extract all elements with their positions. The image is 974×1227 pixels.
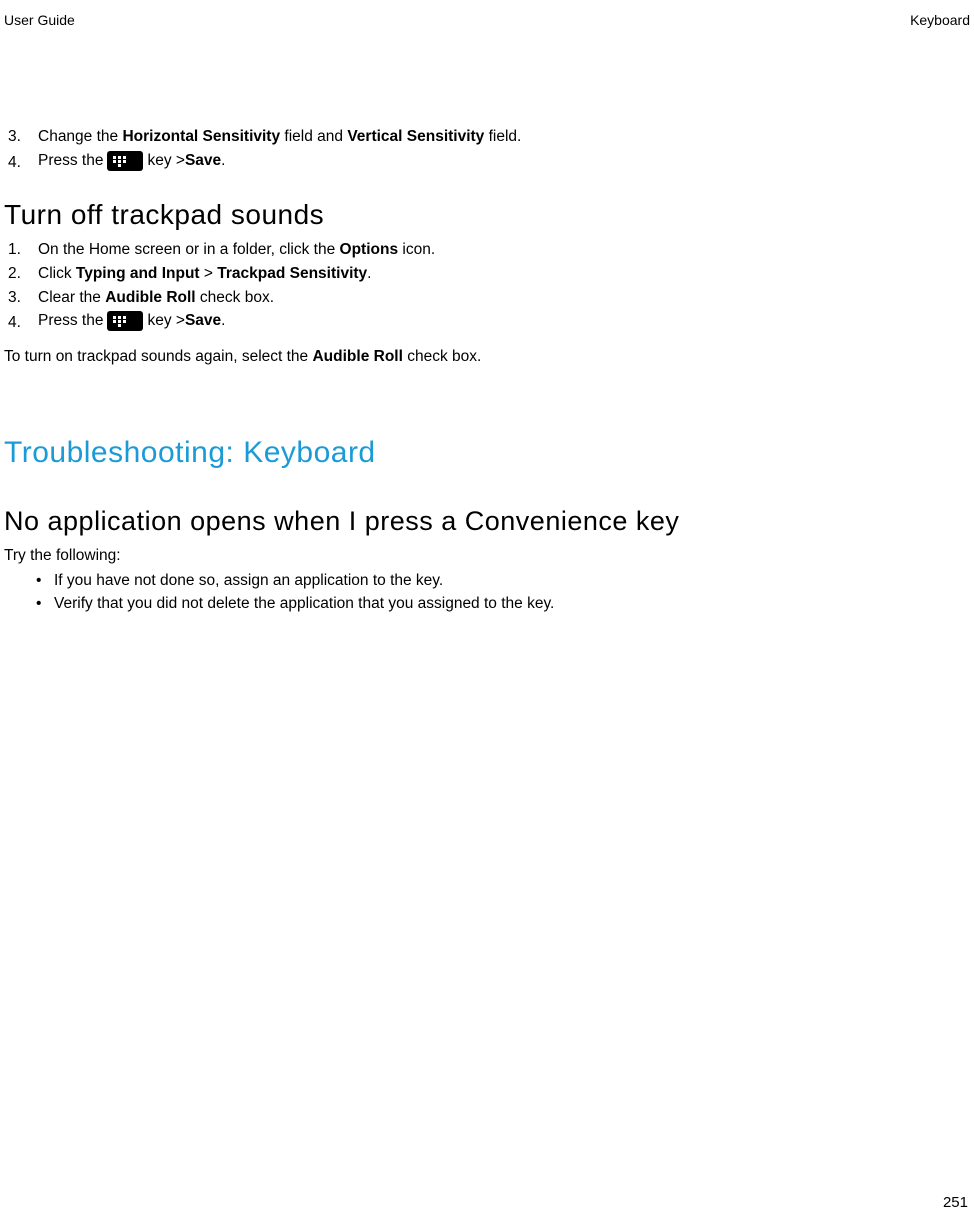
- page-content: 3. Change the Horizontal Sensitivity fie…: [0, 28, 974, 615]
- step-bold: Options: [340, 241, 399, 258]
- step-bold: Audible Roll: [105, 289, 195, 306]
- step-bold: Vertical Sensitivity: [347, 128, 484, 145]
- para-text: To turn on trackpad sounds again, select…: [4, 348, 312, 365]
- step-bold: Horizontal Sensitivity: [122, 128, 280, 145]
- convenience-key-title: No application opens when I press a Conv…: [4, 506, 970, 537]
- step-text: Click: [38, 265, 76, 282]
- step-bold: Save: [185, 150, 221, 172]
- troubleshooting-bullets: If you have not done so, assign an appli…: [4, 569, 970, 616]
- step-number: 1.: [8, 239, 21, 261]
- trackpad-note: To turn on trackpad sounds again, select…: [4, 346, 970, 368]
- step-text: .: [221, 150, 225, 172]
- header-right: Keyboard: [910, 12, 970, 28]
- step-bold: Trackpad Sensitivity: [217, 265, 367, 282]
- step-number: 2.: [8, 263, 21, 285]
- step-number: 3.: [8, 287, 21, 309]
- continued-steps-list: 3. Change the Horizontal Sensitivity fie…: [4, 126, 970, 171]
- step-4: 4. Press the key > Save.: [38, 150, 970, 172]
- menu-key-icon: [107, 151, 143, 171]
- para-text: check box.: [403, 348, 481, 365]
- step-text: field.: [484, 128, 521, 145]
- page-number: 251: [943, 1194, 968, 1211]
- step-1: 1. On the Home screen or in a folder, cl…: [38, 239, 970, 261]
- step-text: key >: [147, 310, 184, 332]
- step-text: .: [367, 265, 371, 282]
- step-2: 2. Click Typing and Input > Trackpad Sen…: [38, 263, 970, 285]
- step-text: >: [200, 265, 218, 282]
- step-text: .: [221, 310, 225, 332]
- menu-key-icon: [107, 311, 143, 331]
- step-number: 3.: [8, 126, 21, 148]
- step-text: On the Home screen or in a folder, click…: [38, 241, 340, 258]
- trackpad-steps-list: 1. On the Home screen or in a folder, cl…: [4, 239, 970, 332]
- page-header: User Guide Keyboard: [0, 0, 974, 28]
- step-number: 4.: [8, 152, 21, 174]
- step-text: Press the: [38, 150, 103, 172]
- step-3: 3. Clear the Audible Roll check box.: [38, 287, 970, 309]
- section-title-trackpad-sounds: Turn off trackpad sounds: [4, 199, 970, 231]
- step-text: Press the: [38, 310, 103, 332]
- step-4: 4. Press the key > Save.: [38, 310, 970, 332]
- step-number: 4.: [8, 312, 21, 334]
- step-bold: Save: [185, 310, 221, 332]
- bullet-item: Verify that you did not delete the appli…: [54, 592, 970, 615]
- troubleshooting-title: Troubleshooting: Keyboard: [4, 436, 970, 470]
- step-text: Change the: [38, 128, 122, 145]
- header-left: User Guide: [4, 12, 75, 28]
- step-text: check box.: [196, 289, 274, 306]
- step-text: field and: [280, 128, 347, 145]
- step-3: 3. Change the Horizontal Sensitivity fie…: [38, 126, 970, 148]
- bullet-item: If you have not done so, assign an appli…: [54, 569, 970, 592]
- para-bold: Audible Roll: [312, 348, 402, 365]
- step-text: Clear the: [38, 289, 105, 306]
- step-text: icon.: [398, 241, 435, 258]
- try-following-text: Try the following:: [4, 547, 970, 565]
- step-bold: Typing and Input: [76, 265, 200, 282]
- step-text: key >: [147, 150, 184, 172]
